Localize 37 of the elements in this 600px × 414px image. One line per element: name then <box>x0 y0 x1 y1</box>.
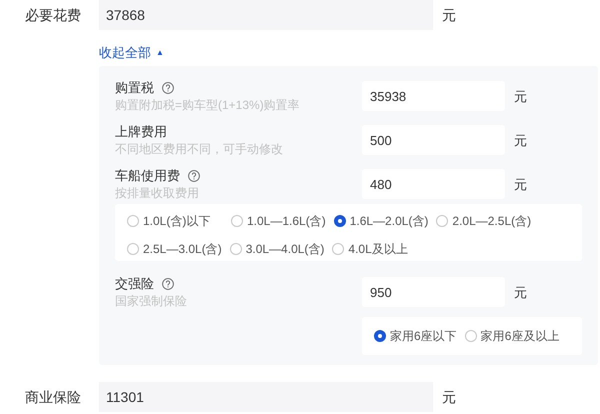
fee-hint: 国家强制保险 <box>115 293 188 309</box>
fee-hint: 购置附加税=购车型(1+13%)购置率 <box>115 97 301 113</box>
fee-label: 交强险 <box>115 275 154 294</box>
unit-label: 元 <box>442 6 456 24</box>
fee-hint: 按排量收取费用 <box>115 185 200 201</box>
radio-option[interactable]: 家用6座及以上 <box>464 327 560 345</box>
fee-hint: 不同地区费用不同，可手动修改 <box>115 141 284 157</box>
radio-option[interactable]: 4.0L及以上 <box>332 240 408 258</box>
help-icon[interactable] <box>162 82 174 94</box>
radio-option[interactable]: 2.5L—3.0L(含) <box>127 240 222 258</box>
radio-option[interactable]: 2.0L—2.5L(含) <box>436 212 532 230</box>
amount-field[interactable]: 37868 <box>99 0 433 30</box>
amount-field[interactable]: 950 <box>362 277 505 307</box>
help-icon[interactable] <box>188 170 200 182</box>
fee-label: 车船使用费 <box>115 167 180 186</box>
collapse-all-link[interactable]: 收起全部 ▲ <box>99 43 164 63</box>
fee-label: 购置税 <box>115 79 154 98</box>
field-label: 必要花费 <box>24 6 82 24</box>
amount-field[interactable]: 480 <box>362 169 505 199</box>
amount-field[interactable]: 500 <box>362 125 505 155</box>
radio-icon[interactable] <box>334 215 346 227</box>
radio-option[interactable]: 家用6座以下 <box>374 327 457 345</box>
amount-field[interactable]: 11301 <box>99 382 433 412</box>
field-label: 商业保险 <box>24 388 82 406</box>
radio-option[interactable]: 1.0L—1.6L(含) <box>231 212 326 230</box>
radio-option[interactable]: 1.6L—2.0L(含) <box>334 212 428 230</box>
radio-option[interactable]: 3.0L—4.0L(含) <box>230 240 324 258</box>
unit-label: 元 <box>442 388 456 406</box>
radio-icon[interactable] <box>374 330 386 342</box>
help-icon[interactable] <box>162 278 174 290</box>
unit-label: 元 <box>514 132 527 150</box>
unit-label: 元 <box>514 284 527 302</box>
unit-label: 元 <box>514 176 527 194</box>
radio-option[interactable]: 1.0L(含)以下 <box>127 212 223 230</box>
unit-label: 元 <box>514 88 527 106</box>
amount-field[interactable]: 35938 <box>362 81 505 111</box>
fee-label: 上牌费用 <box>115 123 167 142</box>
